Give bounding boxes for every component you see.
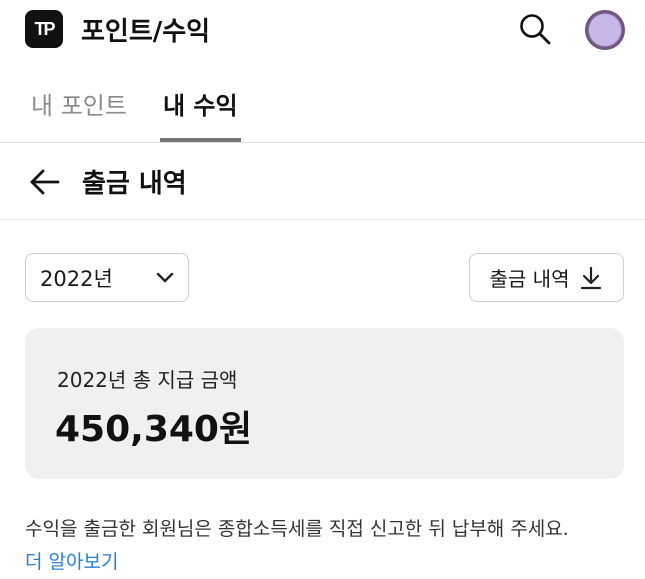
- payout-summary-card: 2022년 총 지급 금액 450,340원: [25, 328, 624, 479]
- tax-notice: 수익을 출금한 회원님은 종합소득세를 직접 신고한 뒤 납부해 주세요.: [25, 518, 569, 540]
- top-bar: TP 포인트/수익: [0, 0, 645, 60]
- avatar[interactable]: [585, 10, 625, 50]
- search-icon: [520, 14, 551, 45]
- year-select[interactable]: 2022년: [25, 253, 189, 302]
- payout-total-amount: 450,340원: [55, 409, 253, 450]
- tab-my-earnings[interactable]: 내 수익: [163, 86, 238, 121]
- section-title: 출금 내역: [82, 169, 187, 199]
- back-button[interactable]: [26, 165, 62, 199]
- active-tab-indicator: [160, 138, 241, 142]
- download-history-label: 출금 내역: [489, 267, 570, 291]
- learn-more-link[interactable]: 더 알아보기: [25, 547, 118, 574]
- tab-bar: 내 포인트 내 수익: [0, 68, 645, 143]
- page-title: 포인트/수익: [81, 17, 211, 47]
- download-icon: [581, 266, 602, 289]
- tab-my-points[interactable]: 내 포인트: [31, 86, 127, 121]
- year-select-value: 2022년: [40, 266, 113, 291]
- app-logo[interactable]: TP: [25, 10, 63, 48]
- payout-summary-label: 2022년 총 지급 금액: [57, 368, 238, 392]
- download-history-button[interactable]: 출금 내역: [469, 253, 624, 302]
- app: TP 포인트/수익 내 포인트 내 수익 출금 내역 2022년 출금 내역 2…: [0, 0, 645, 579]
- chevron-down-icon: [156, 272, 174, 282]
- section-header: 출금 내역: [0, 143, 645, 220]
- arrow-left-icon: [30, 169, 60, 195]
- search-button[interactable]: [516, 10, 554, 48]
